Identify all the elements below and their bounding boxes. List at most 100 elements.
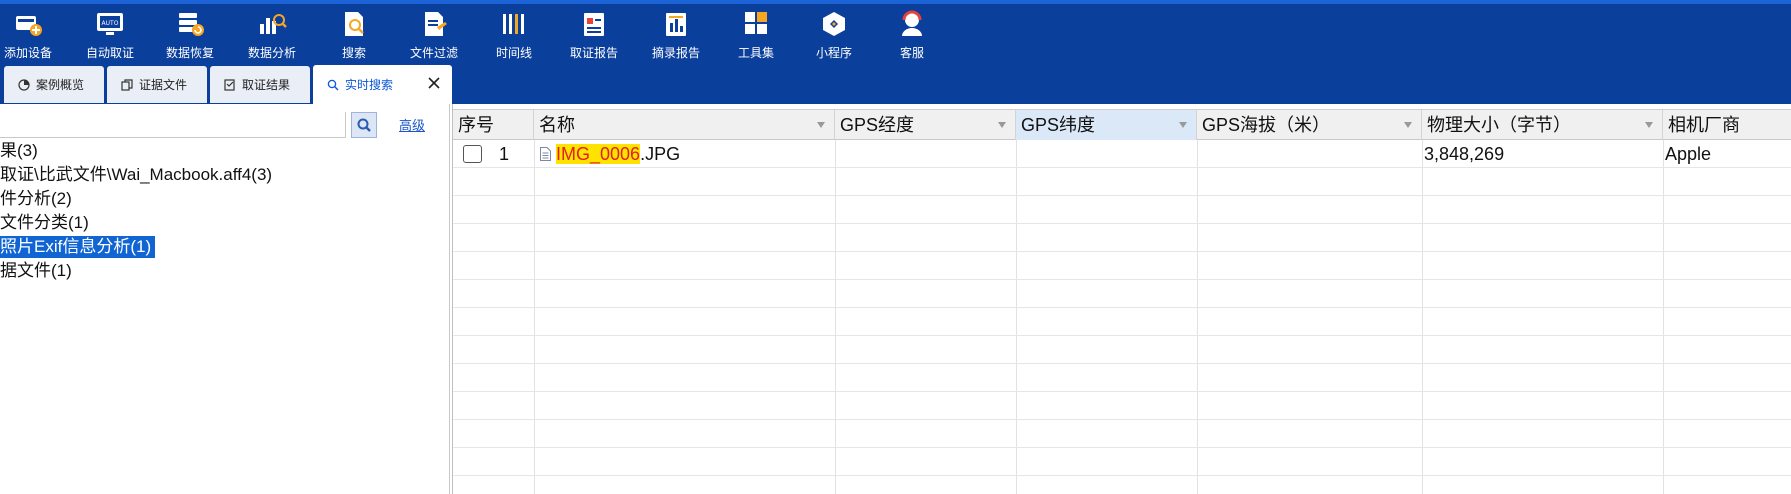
column-header-label: 名称 — [539, 115, 575, 135]
magnifier-icon — [327, 79, 339, 90]
tab-evidence-files[interactable]: 证据文件 — [107, 66, 207, 103]
table-row — [453, 448, 1791, 476]
forensics-report-icon — [584, 13, 604, 36]
cell-gps-lat — [1016, 140, 1020, 168]
search-input[interactable] — [0, 112, 346, 138]
data-analysis-button[interactable]: 数据分析 — [232, 10, 312, 61]
add-device-label: 添加设备 — [3, 46, 52, 60]
excerpt-report-button[interactable]: 摘录报告 — [636, 10, 716, 61]
filter-icon[interactable] — [1178, 120, 1188, 130]
column-header-label: GPS海拔（米） — [1202, 115, 1331, 135]
cell-name-ext: .JPG — [640, 144, 681, 164]
table-row — [453, 252, 1791, 280]
tab-label: 取证结果 — [242, 78, 291, 92]
tab-label: 证据文件 — [139, 78, 188, 92]
table-row[interactable]: 1 IMG_0006.JPG 3,848,269 Apple — [453, 140, 1791, 168]
column-header-gps-lat[interactable]: GPS纬度 — [1016, 110, 1197, 140]
filter-icon[interactable] — [997, 120, 1007, 130]
copy-icon — [121, 78, 133, 91]
timeline-button[interactable]: 时间线 — [474, 10, 554, 61]
advanced-search-link[interactable]: 高级 — [399, 115, 425, 134]
auto-forensics-icon: AUTO — [97, 13, 123, 35]
search-icon — [357, 118, 371, 132]
search-button[interactable]: 搜索 — [314, 10, 394, 61]
forensics-report-label: 取证报告 — [569, 46, 618, 60]
cell-index: 1 — [499, 144, 510, 164]
data-recovery-icon — [179, 13, 204, 36]
column-header-label: GPS纬度 — [1021, 115, 1096, 135]
cell-camera-vendor: Apple — [1665, 144, 1712, 164]
data-recovery-label: 数据恢复 — [165, 46, 214, 60]
tree-node-evidence-source[interactable]: 取证\比武文件\Wai_Macbook.aff4(3) — [0, 164, 272, 186]
table-row — [453, 364, 1791, 392]
pie-chart-icon — [18, 78, 30, 91]
column-header-label: 相机厂商 — [1668, 115, 1740, 135]
file-filter-button[interactable]: 文件过滤 — [394, 10, 474, 61]
column-header-label: 序号 — [458, 115, 494, 135]
add-device-button[interactable]: 添加设备 — [0, 10, 68, 61]
column-header-index[interactable]: 序号 — [453, 110, 534, 140]
file-filter-icon — [425, 12, 447, 36]
tree-node-results-root[interactable]: 果(3) — [0, 140, 38, 162]
grid-header: 序号 名称 GPS经度 GPS纬度 GPS海拔（米） 物理大小（字节） 相机厂商 — [453, 109, 1791, 140]
column-header-name[interactable]: 名称 — [534, 110, 835, 140]
mini-program-button[interactable]: 小程序 — [794, 10, 874, 61]
cell-name: IMG_0006.JPG — [536, 140, 680, 168]
tree-node-file-analysis[interactable]: 件分析(2) — [0, 188, 72, 210]
column-header-gps-lon[interactable]: GPS经度 — [835, 110, 1016, 140]
tree-node-data-files[interactable]: 据文件(1) — [0, 260, 72, 282]
mini-program-label: 小程序 — [815, 46, 852, 60]
table-row — [453, 308, 1791, 336]
filter-icon[interactable] — [1644, 120, 1654, 130]
filter-icon[interactable] — [816, 120, 826, 130]
row-checkbox[interactable] — [463, 145, 482, 163]
column-header-label: GPS经度 — [840, 115, 915, 135]
table-row — [453, 280, 1791, 308]
tree-node-photo-exif-analysis[interactable]: 照片Exif信息分析(1) — [0, 236, 156, 258]
table-row — [453, 420, 1791, 448]
table-row — [453, 392, 1791, 420]
cell-gps-lon — [835, 140, 839, 168]
file-icon — [540, 147, 551, 161]
column-header-label: 物理大小（字节） — [1427, 115, 1571, 135]
close-icon[interactable] — [426, 75, 442, 91]
cell-name-match: IMG_0006 — [556, 144, 641, 164]
data-analysis-label: 数据分析 — [247, 46, 296, 60]
toolset-label: 工具集 — [737, 46, 774, 60]
svg-text:AUTO: AUTO — [102, 20, 119, 27]
tab-case-overview[interactable]: 案例概览 — [4, 66, 104, 103]
column-header-physical-size[interactable]: 物理大小（字节） — [1422, 110, 1663, 140]
customer-service-icon — [902, 10, 922, 36]
column-header-camera-vendor[interactable]: 相机厂商 — [1663, 110, 1791, 140]
toolset-icon — [745, 12, 767, 34]
tab-forensics-results[interactable]: 取证结果 — [210, 66, 310, 103]
customer-service-label: 客服 — [899, 46, 924, 60]
search-label: 搜索 — [341, 46, 366, 60]
timeline-icon — [503, 14, 524, 34]
toolset-button[interactable]: 工具集 — [716, 10, 796, 61]
tree-node-file-classification[interactable]: 文件分类(1) — [0, 212, 89, 234]
tab-label: 实时搜索 — [345, 78, 394, 92]
file-filter-label: 文件过滤 — [409, 46, 458, 60]
add-device-icon — [16, 16, 42, 36]
auto-forensics-button[interactable]: AUTO 自动取证 — [70, 10, 150, 61]
forensics-report-button[interactable]: 取证报告 — [554, 10, 634, 61]
auto-forensics-label: 自动取证 — [85, 46, 134, 60]
tab-label: 案例概览 — [36, 78, 85, 92]
excerpt-report-label: 摘录报告 — [651, 46, 700, 60]
table-row — [453, 336, 1791, 364]
table-row — [453, 196, 1791, 224]
customer-service-button[interactable]: 客服 — [872, 10, 952, 61]
table-row — [453, 224, 1791, 252]
mini-program-icon — [823, 12, 845, 36]
column-header-gps-alt[interactable]: GPS海拔（米） — [1197, 110, 1422, 140]
search-submit-button[interactable] — [351, 112, 377, 138]
data-recovery-button[interactable]: 数据恢复 — [150, 10, 230, 61]
results-grid: 序号 名称 GPS经度 GPS纬度 GPS海拔（米） 物理大小（字节） 相机厂商 — [452, 104, 1791, 494]
search-doc-icon — [345, 12, 364, 36]
tab-realtime-search[interactable]: 实时搜索 — [313, 65, 452, 104]
data-analysis-icon — [260, 14, 287, 34]
filter-icon[interactable] — [1403, 120, 1413, 130]
excerpt-report-icon — [666, 13, 686, 36]
table-row — [453, 168, 1791, 196]
